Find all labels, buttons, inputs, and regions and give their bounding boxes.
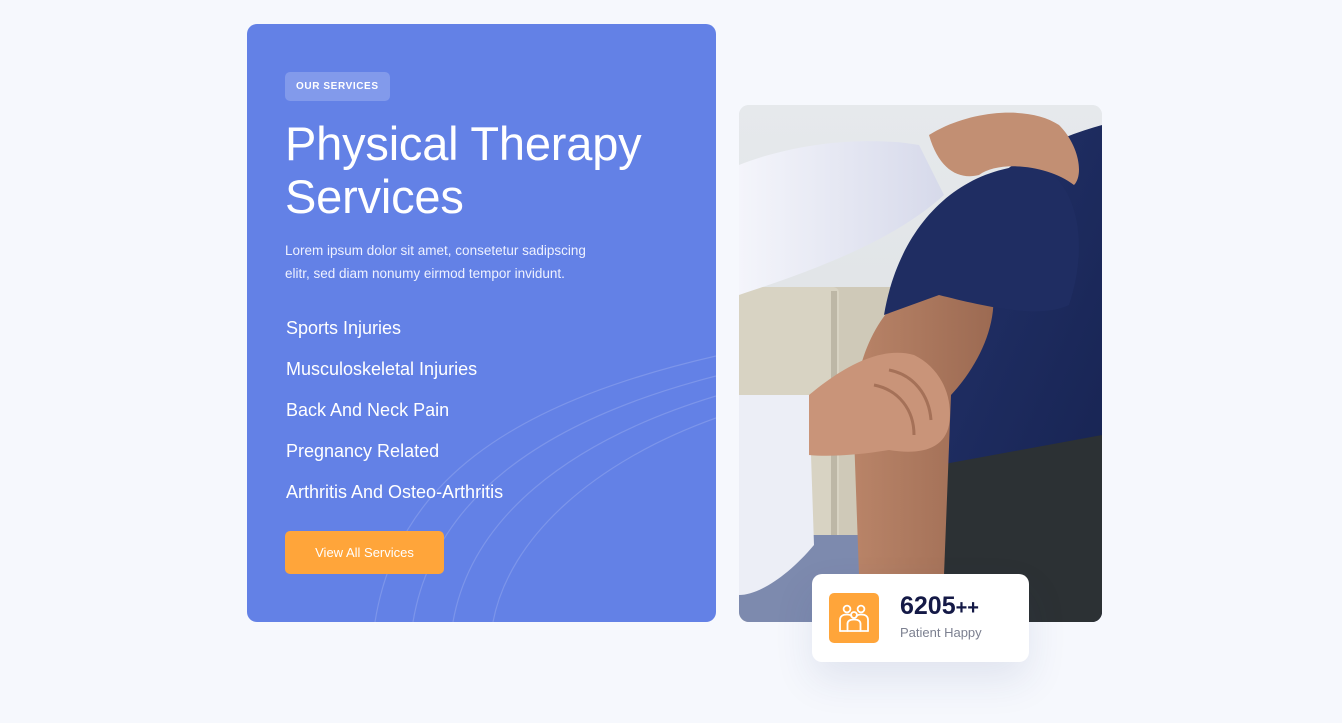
stat-label: Patient Happy (900, 625, 982, 640)
stat-icon-box (829, 593, 879, 643)
view-all-services-button[interactable]: View All Services (285, 531, 444, 574)
stat-number-value: 6205 (900, 592, 956, 620)
service-item-back-and-neck-pain[interactable]: Back And Neck Pain (286, 397, 503, 438)
services-card: OUR SERVICES Physical Therapy Services L… (247, 24, 716, 622)
stat-number: 6205++ (900, 590, 979, 624)
stat-number-suffix: ++ (955, 597, 979, 619)
title-line-1: Physical Therapy (285, 117, 642, 170)
description-line-2: elitr, sed diam nonumy eirmod tempor inv… (285, 266, 565, 281)
section-description: Lorem ipsum dolor sit amet, consetetur s… (285, 239, 625, 285)
section-badge: OUR SERVICES (285, 72, 390, 101)
people-group-icon (839, 604, 869, 632)
description-line-1: Lorem ipsum dolor sit amet, consetetur s… (285, 243, 586, 258)
page-title: Physical Therapy Services (285, 117, 705, 223)
service-item-musculoskeletal-injuries[interactable]: Musculoskeletal Injuries (286, 356, 503, 397)
patient-stat-card: 6205++ Patient Happy (812, 574, 1029, 662)
service-item-sports-injuries[interactable]: Sports Injuries (286, 315, 503, 356)
therapy-photo (739, 105, 1102, 622)
title-line-2: Services (285, 170, 464, 223)
therapy-photo-illustration (739, 105, 1102, 622)
service-list: Sports Injuries Musculoskeletal Injuries… (286, 315, 503, 520)
service-item-arthritis[interactable]: Arthritis And Osteo-Arthritis (286, 479, 503, 520)
service-item-pregnancy-related[interactable]: Pregnancy Related (286, 438, 503, 479)
